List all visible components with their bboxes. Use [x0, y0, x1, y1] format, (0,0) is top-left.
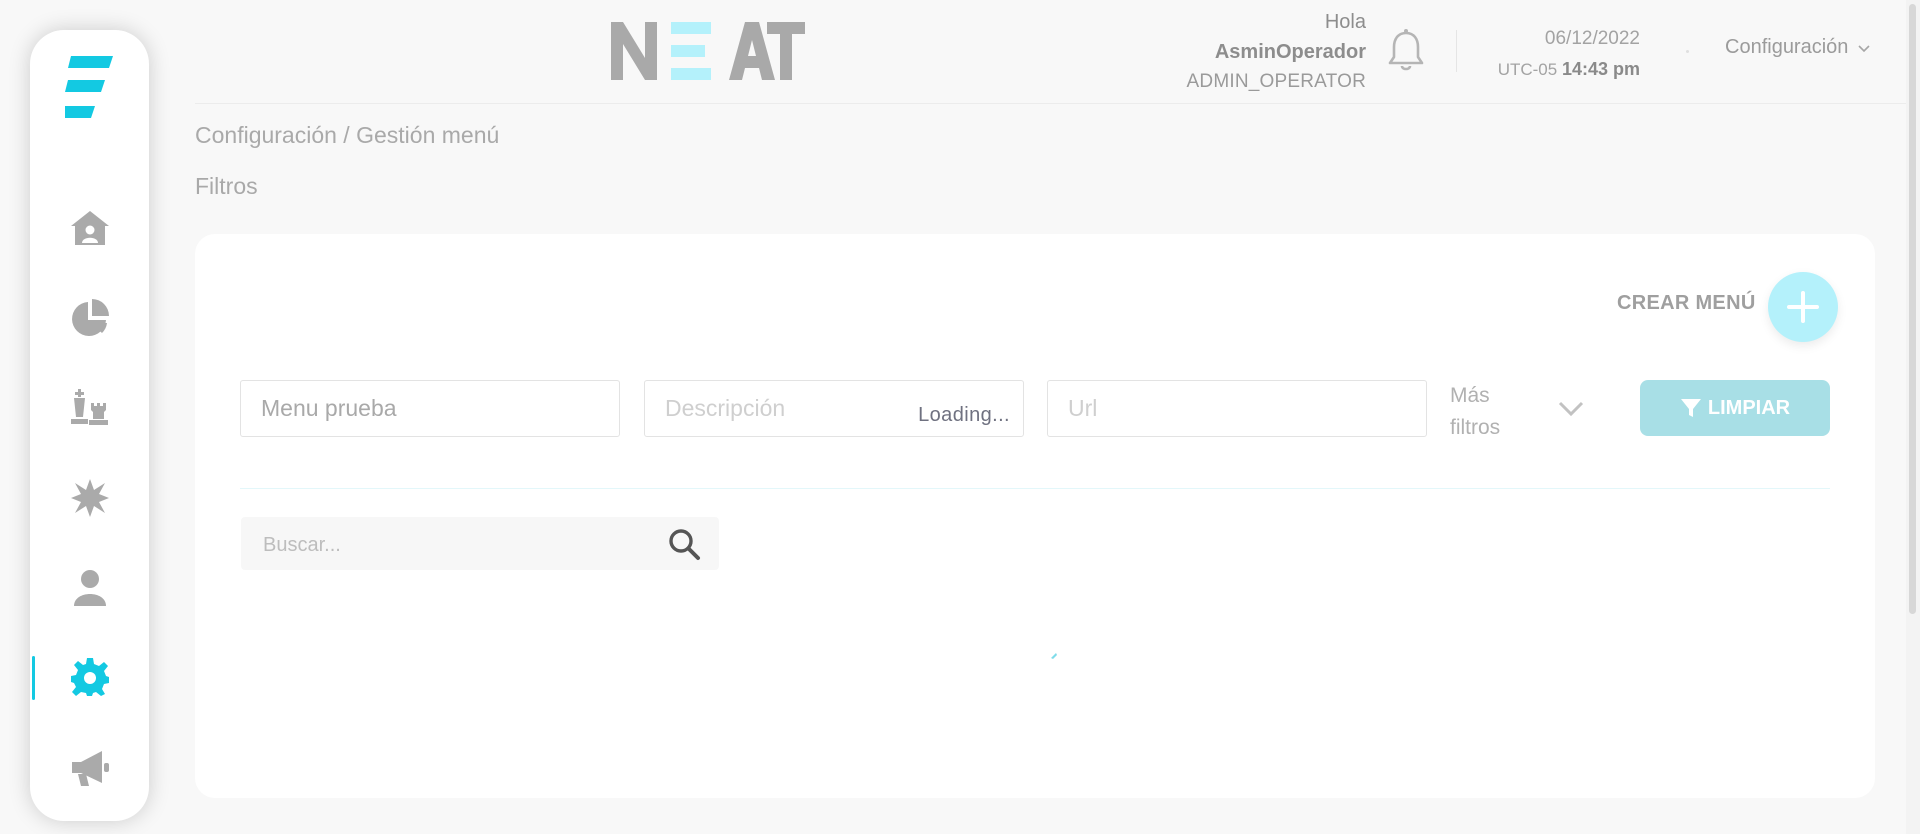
notifications-bell-icon[interactable]: [1385, 28, 1427, 74]
sidebar: [30, 30, 149, 821]
create-menu-button[interactable]: [1768, 272, 1838, 342]
sidebar-item-users[interactable]: [30, 558, 149, 618]
sidebar-item-home[interactable]: [30, 198, 149, 258]
search-icon[interactable]: [666, 526, 702, 562]
megaphone-icon: [71, 751, 109, 786]
create-menu-label[interactable]: CREAR MENÚ: [1617, 292, 1756, 315]
user-icon: [73, 570, 106, 606]
url-placeholder: Url: [1068, 395, 1098, 421]
date-text: 06/12/2022: [1544, 28, 1640, 49]
timezone-time: UTC-05 14:43 pm: [1480, 54, 1640, 85]
chevron-down-icon: [1858, 44, 1870, 52]
user-info: Hola AsminOperador ADMIN_OPERATOR: [1187, 7, 1366, 97]
header-dot-separator: [1686, 50, 1689, 53]
header-divider: [1456, 30, 1457, 72]
pie-chart-icon: [71, 299, 109, 336]
menu-name-field[interactable]: Menu prueba: [240, 380, 620, 437]
search-box[interactable]: Buscar...: [241, 517, 719, 570]
filters-card: [195, 234, 1875, 798]
app-logo-icon: [65, 56, 113, 118]
configuration-menu[interactable]: Configuración: [1725, 36, 1872, 59]
menu-name-value: Menu prueba: [261, 395, 397, 421]
configuration-menu-label: Configuración: [1725, 36, 1849, 58]
more-filters-label-line1: Más: [1450, 384, 1490, 407]
sidebar-item-campaigns[interactable]: [30, 738, 149, 798]
chevron-down-icon[interactable]: [1556, 394, 1586, 424]
datetime-display: 06/12/2022 UTC-05 14:43 pm: [1480, 24, 1640, 85]
section-divider: [240, 488, 1830, 489]
burst-icon: [70, 479, 109, 517]
breadcrumb: Configuración / Gestión menú: [195, 122, 500, 148]
time-text: 14:43 pm: [1561, 59, 1640, 79]
user-role: ADMIN_OPERATOR: [1186, 71, 1366, 92]
description-placeholder: Descripción: [665, 395, 786, 421]
clear-filters-label: LIMPIAR: [1707, 396, 1791, 419]
filter-icon: [1680, 399, 1701, 417]
sidebar-item-settings[interactable]: [30, 648, 149, 708]
home-icon: [70, 211, 109, 245]
sidebar-item-strategy[interactable]: [30, 378, 149, 438]
loading-spinner-icon: [1051, 653, 1057, 659]
url-field[interactable]: Url: [1047, 380, 1427, 437]
chess-icon: [70, 389, 108, 425]
search-placeholder: Buscar...: [263, 534, 341, 556]
plus-icon: [1787, 291, 1819, 323]
more-filters-toggle[interactable]: Más filtros: [1450, 380, 1500, 444]
user-name: AsminOperador: [1214, 41, 1366, 63]
clear-filters-button[interactable]: LIMPIAR: [1640, 380, 1830, 436]
more-filters-label-line2: filtros: [1450, 416, 1501, 439]
sidebar-item-reports[interactable]: [30, 288, 149, 348]
brand-logo: [611, 22, 805, 80]
greeting-text: Hola: [1324, 11, 1366, 33]
header-divider-line: [195, 103, 1910, 104]
filters-title: Filtros: [195, 173, 258, 199]
scrollbar-thumb[interactable]: [1909, 4, 1916, 614]
timezone-text: UTC-05: [1497, 60, 1558, 79]
gear-icon: [70, 658, 109, 696]
description-field[interactable]: Descripción Loading...: [644, 380, 1024, 437]
loading-indicator-text: Loading...: [918, 404, 1010, 426]
sidebar-item-alerts[interactable]: [30, 468, 149, 528]
